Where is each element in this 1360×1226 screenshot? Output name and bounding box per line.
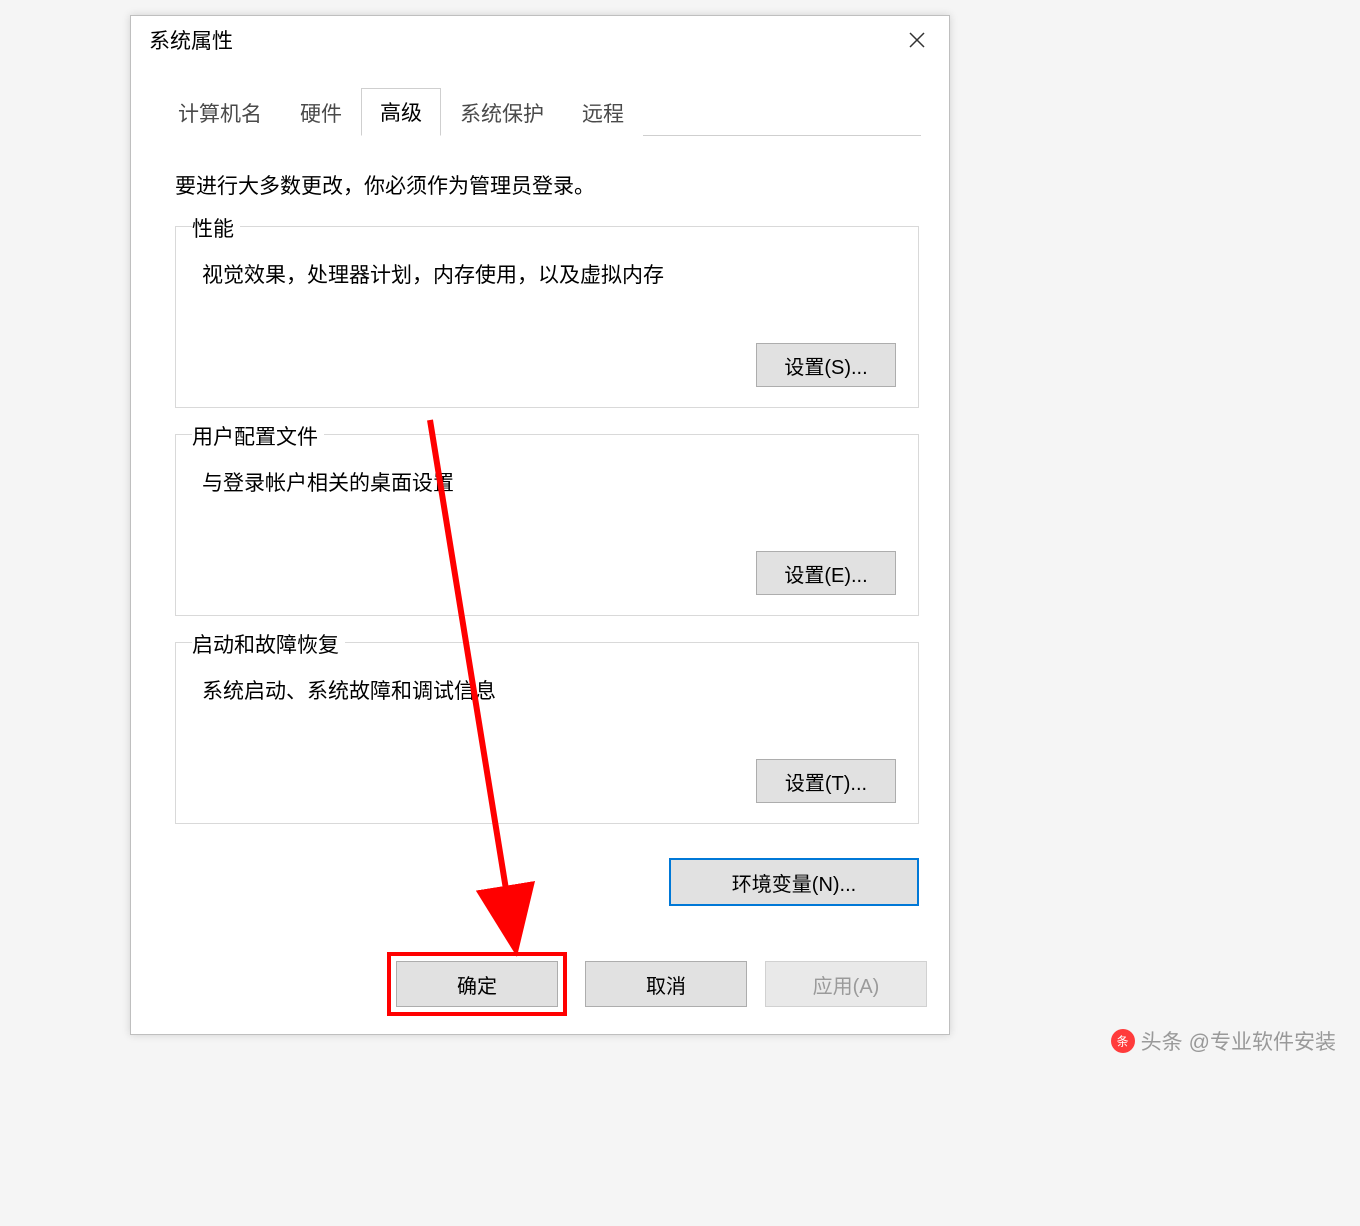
tab-computer-name[interactable]: 计算机名 <box>159 89 281 136</box>
dialog-footer: 确定 取消 应用(A) <box>387 952 927 1016</box>
tab-content: 要进行大多数更改，你必须作为管理员登录。 性能 视觉效果，处理器计划，内存使用，… <box>131 136 949 824</box>
startup-group: 启动和故障恢复 系统启动、系统故障和调试信息 设置(T)... <box>175 642 919 824</box>
watermark: 头条 @专业软件安装 <box>1111 1026 1336 1056</box>
tab-hardware[interactable]: 硬件 <box>281 89 361 136</box>
performance-legend: 性能 <box>192 213 240 243</box>
tab-remote[interactable]: 远程 <box>563 89 643 136</box>
close-icon <box>908 31 926 49</box>
ok-button[interactable]: 确定 <box>396 961 558 1007</box>
envvars-row: 环境变量(N)... <box>131 850 949 906</box>
startup-desc: 系统启动、系统故障和调试信息 <box>202 675 896 705</box>
userprofile-legend: 用户配置文件 <box>192 421 324 451</box>
performance-button-row: 设置(S)... <box>198 343 896 387</box>
performance-desc: 视觉效果，处理器计划，内存使用，以及虚拟内存 <box>202 259 896 289</box>
toutiao-icon <box>1111 1029 1135 1053</box>
tab-strip: 计算机名 硬件 高级 系统保护 远程 <box>159 92 921 136</box>
performance-group: 性能 视觉效果，处理器计划，内存使用，以及虚拟内存 设置(S)... <box>175 226 919 408</box>
userprofile-desc: 与登录帐户相关的桌面设置 <box>202 467 896 497</box>
startup-legend: 启动和故障恢复 <box>192 629 345 659</box>
watermark-handle: @专业软件安装 <box>1189 1026 1336 1056</box>
userprofile-button-row: 设置(E)... <box>198 551 896 595</box>
startup-settings-button[interactable]: 设置(T)... <box>756 759 896 803</box>
watermark-prefix: 头条 <box>1141 1026 1183 1056</box>
system-properties-dialog: 系统属性 计算机名 硬件 高级 系统保护 远程 要进行大多数更改，你必须作为管理… <box>130 15 950 1035</box>
performance-settings-button[interactable]: 设置(S)... <box>756 343 896 387</box>
userprofile-settings-button[interactable]: 设置(E)... <box>756 551 896 595</box>
ok-highlight-annotation: 确定 <box>387 952 567 1016</box>
tab-system-protection[interactable]: 系统保护 <box>441 89 563 136</box>
apply-button: 应用(A) <box>765 961 927 1007</box>
close-button[interactable] <box>897 22 937 58</box>
tab-advanced[interactable]: 高级 <box>361 88 441 136</box>
admin-notice: 要进行大多数更改，你必须作为管理员登录。 <box>175 170 919 200</box>
titlebar: 系统属性 <box>131 16 949 64</box>
environment-variables-button[interactable]: 环境变量(N)... <box>669 858 919 906</box>
dialog-title: 系统属性 <box>149 25 233 55</box>
userprofile-group: 用户配置文件 与登录帐户相关的桌面设置 设置(E)... <box>175 434 919 616</box>
startup-button-row: 设置(T)... <box>198 759 896 803</box>
cancel-button[interactable]: 取消 <box>585 961 747 1007</box>
